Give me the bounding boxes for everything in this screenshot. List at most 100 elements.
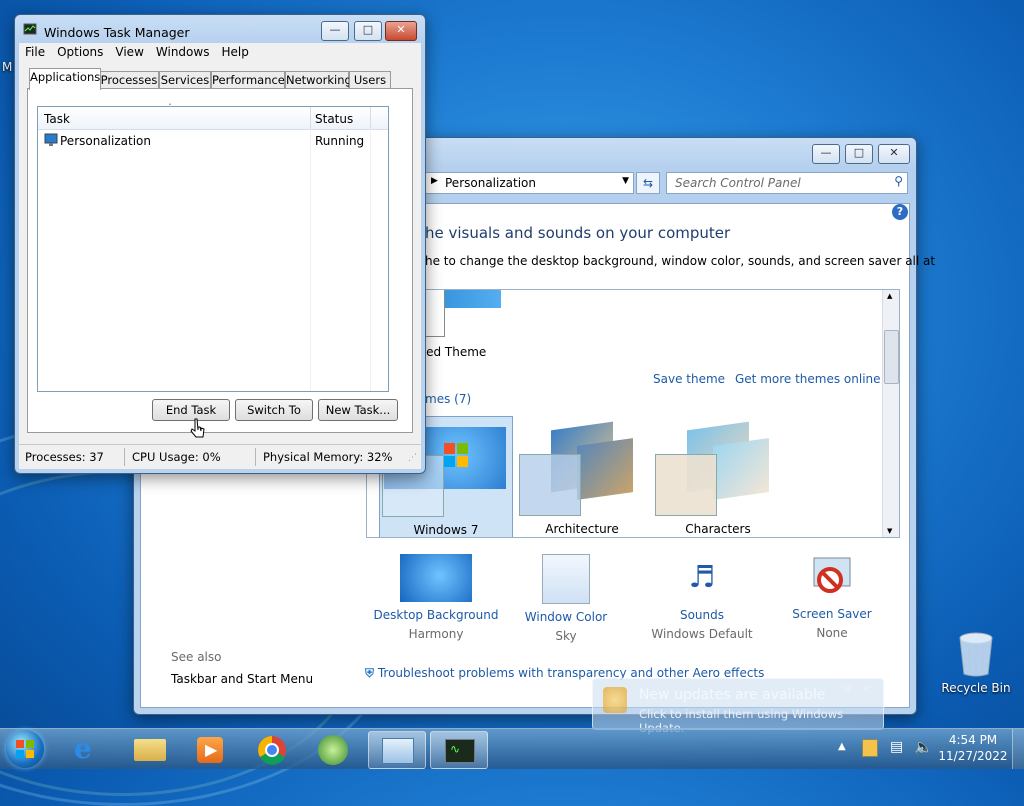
- screen-saver-icon: [813, 557, 851, 593]
- refresh-icon: ⇆: [642, 176, 654, 190]
- taskbar: e ▶ ∿ ▲ ▤ 🔈 4:54 PM 11/27/2022: [0, 728, 1024, 769]
- close-button[interactable]: ✕: [878, 144, 910, 164]
- status-memory: Physical Memory: 32%: [263, 450, 393, 464]
- recycle-bin[interactable]: Recycle Bin: [940, 630, 1012, 695]
- task-list-header: ˆ Task Status: [38, 103, 388, 130]
- task-name: Personalization: [60, 134, 151, 148]
- address-bar[interactable]: ▶ Personalization ▼: [424, 172, 634, 194]
- task-manager-icon: [23, 23, 37, 35]
- chrome-icon: [258, 736, 286, 765]
- desktop-icon-label-partial[interactable]: M: [2, 60, 12, 74]
- network-icon[interactable]: ▤: [890, 739, 903, 755]
- wrench-icon[interactable]: ⚒: [843, 685, 852, 696]
- menu-windows[interactable]: Windows: [150, 43, 216, 61]
- minimize-button[interactable]: —: [812, 144, 840, 164]
- clock-time: 4:54 PM: [948, 733, 998, 747]
- theme-list-scrollbar[interactable]: ▲ ▼: [882, 290, 899, 537]
- taskbar-control-panel[interactable]: [368, 731, 426, 769]
- status-bar: Processes: 37 CPU Usage: 0% Physical Mem…: [19, 444, 421, 469]
- menu-file[interactable]: File: [19, 43, 51, 61]
- tab-applications[interactable]: Applications: [29, 68, 101, 90]
- menu-options[interactable]: Options: [51, 43, 109, 61]
- page-title: he visuals and sounds on your computer: [425, 224, 731, 242]
- task-manager-icon: ∿: [445, 739, 475, 763]
- close-icon[interactable]: ✕: [861, 683, 870, 696]
- unsaved-theme-label: ved Theme: [419, 345, 487, 359]
- taskbar-task-manager[interactable]: ∿: [430, 731, 488, 769]
- maximize-button[interactable]: □: [354, 21, 382, 41]
- internet-explorer-icon: e: [74, 732, 92, 765]
- menu-view[interactable]: View: [109, 43, 149, 61]
- desktop-background-icon: [400, 554, 472, 602]
- table-row[interactable]: Personalization: [42, 133, 310, 151]
- windows-update-tray-icon[interactable]: [862, 739, 878, 757]
- update-notification[interactable]: New updates are available Click to insta…: [592, 678, 884, 735]
- sort-arrow-icon: ˆ: [168, 103, 172, 112]
- search-input[interactable]: Search Control Panel ⚲: [666, 172, 908, 194]
- personalization-icon: [44, 133, 58, 146]
- tab-performance[interactable]: Performance: [211, 71, 285, 89]
- maximize-button[interactable]: □: [845, 144, 873, 164]
- show-desktop-button[interactable]: [1012, 729, 1024, 769]
- menu-bar: File Options View Windows Help: [19, 43, 421, 63]
- menu-help[interactable]: Help: [215, 43, 254, 61]
- window-color-setting[interactable]: Window Color Sky: [501, 554, 631, 643]
- taskbar-chrome[interactable]: [244, 731, 300, 767]
- mouse-cursor-icon: [190, 418, 205, 438]
- taskbar-internet-explorer[interactable]: e: [60, 731, 116, 767]
- control-panel-icon: [382, 738, 414, 764]
- task-status: Running: [315, 134, 365, 148]
- sounds-setting[interactable]: ♬ Sounds Windows Default: [637, 554, 767, 641]
- start-button[interactable]: [6, 730, 44, 768]
- page-description: he to change the desktop background, win…: [425, 254, 936, 268]
- get-more-themes-link[interactable]: Get more themes online: [735, 372, 881, 386]
- scroll-down-icon[interactable]: ▼: [887, 527, 892, 535]
- task-list[interactable]: ˆ Task Status Personalization Running: [37, 103, 389, 392]
- theme-architecture[interactable]: Architecture: [517, 416, 647, 536]
- resize-grip-icon[interactable]: ⋰: [408, 453, 417, 463]
- task-manager-window[interactable]: Windows Task Manager — □ ✕ File Options Vi…: [14, 14, 426, 474]
- breadcrumb: Personalization: [445, 176, 536, 190]
- help-icon[interactable]: ?: [892, 204, 908, 220]
- shield-icon: ⛨: [365, 666, 375, 680]
- volume-icon[interactable]: 🔈: [914, 738, 933, 756]
- column-header-status[interactable]: Status: [315, 112, 353, 126]
- minimize-button[interactable]: —: [321, 21, 349, 41]
- theme-name: Characters: [685, 522, 751, 536]
- scroll-thumb[interactable]: [884, 330, 899, 384]
- tab-users[interactable]: Users: [349, 71, 391, 89]
- clock[interactable]: 4:54 PM 11/27/2022: [936, 733, 1010, 763]
- refresh-button[interactable]: ⇆: [636, 172, 660, 194]
- taskbar-start-menu-link[interactable]: Taskbar and Start Menu: [171, 672, 313, 686]
- recycle-bin-icon: [959, 632, 993, 677]
- breadcrumb-arrow-icon: ▶: [431, 176, 438, 186]
- search-icon[interactable]: ⚲: [894, 174, 903, 188]
- windows-logo-icon: [16, 740, 34, 758]
- chevron-down-icon[interactable]: ▼: [622, 176, 629, 186]
- show-hidden-icons[interactable]: ▲: [838, 741, 846, 752]
- window-title: Windows Task Manager: [44, 25, 190, 40]
- media-player-icon: ▶: [197, 737, 223, 763]
- save-theme-link[interactable]: Save theme: [653, 372, 725, 386]
- windows-orb-icon: [318, 735, 348, 765]
- column-header-task[interactable]: Task: [44, 112, 70, 126]
- scroll-up-icon[interactable]: ▲: [887, 292, 892, 300]
- tab-services[interactable]: Services: [159, 71, 211, 89]
- tab-networking[interactable]: Networking: [285, 71, 352, 89]
- sounds-icon: ♬: [688, 560, 716, 595]
- tab-processes[interactable]: Processes: [99, 71, 159, 89]
- theme-name: Architecture: [545, 522, 619, 536]
- desktop-background-setting[interactable]: Desktop Background Harmony: [371, 554, 501, 641]
- taskbar-file-explorer[interactable]: [122, 731, 178, 767]
- new-task-button[interactable]: New Task...: [318, 399, 398, 421]
- close-button[interactable]: ✕: [385, 21, 417, 41]
- windows-logo-icon: [444, 443, 468, 467]
- clock-date: 11/27/2022: [938, 749, 1008, 763]
- theme-characters[interactable]: Characters: [653, 416, 783, 536]
- switch-to-button[interactable]: Switch To: [235, 399, 313, 421]
- taskbar-windows-logo-app[interactable]: [306, 731, 362, 767]
- theme-list[interactable]: ved Theme Save theme Get more themes onl…: [366, 289, 900, 538]
- status-cpu: CPU Usage: 0%: [132, 450, 221, 464]
- screen-saver-setting[interactable]: Screen Saver None: [767, 554, 897, 640]
- taskbar-media-player[interactable]: ▶: [182, 731, 238, 767]
